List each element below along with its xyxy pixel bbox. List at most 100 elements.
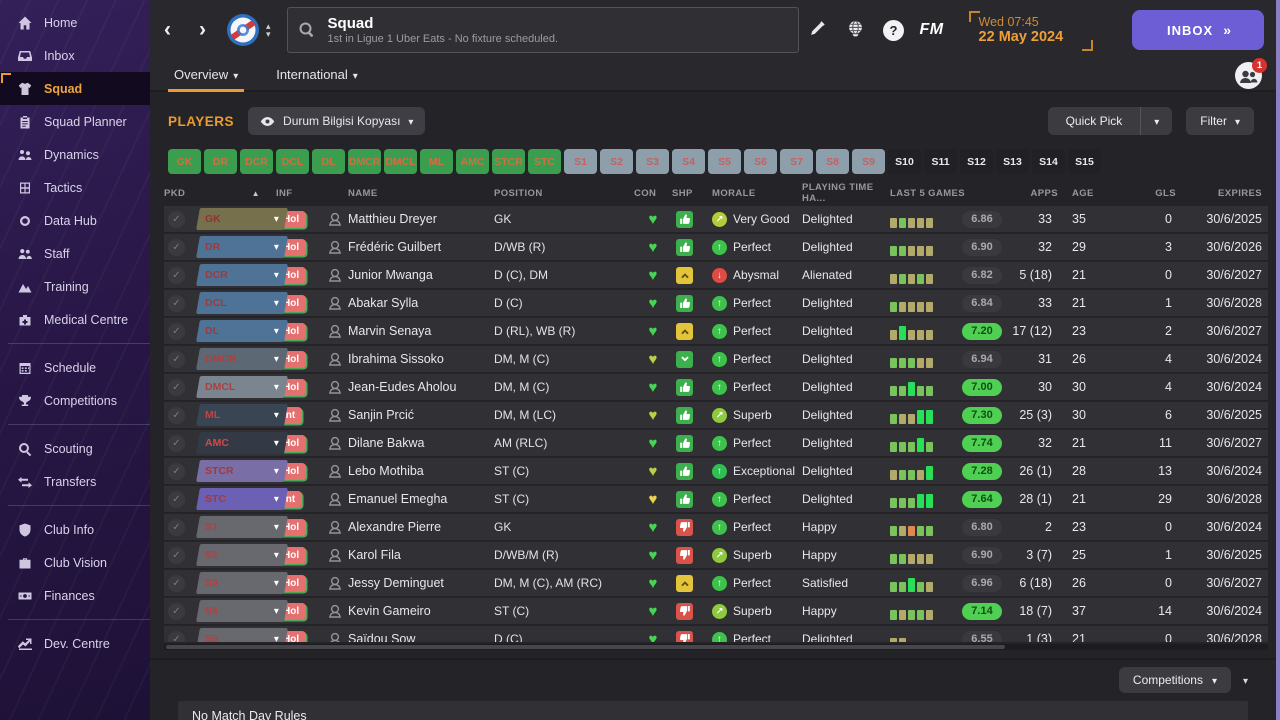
pkd-chip[interactable]: DMCL (196, 376, 288, 398)
pkd-chip[interactable]: S3 (196, 572, 288, 594)
row-select-checkbox[interactable] (168, 434, 185, 452)
position-filter-dmcr[interactable]: DMCR (348, 149, 381, 174)
sidebar-item-squad[interactable]: Squad (0, 72, 150, 105)
table-row[interactable]: STCR Hol Lebo Mothiba ST (C) ↑Exceptiona… (164, 458, 1268, 484)
club-switcher-chevrons[interactable]: ▴ ▾ (266, 22, 271, 39)
table-row[interactable]: S1 Hol Alexandre Pierre GK ↑Perfect Happ… (164, 514, 1268, 540)
row-select-checkbox[interactable] (168, 322, 185, 340)
player-name[interactable]: Alexandre Pierre (348, 520, 494, 534)
position-filter-s5[interactable]: S5 (708, 149, 741, 174)
position-filter-s15[interactable]: S15 (1068, 149, 1101, 174)
row-select-checkbox[interactable] (168, 630, 185, 642)
player-name[interactable]: Jean-Eudes Aholou (348, 380, 494, 394)
pkd-chip[interactable]: ML (196, 404, 288, 426)
player-name[interactable]: Marvin Senaya (348, 324, 494, 338)
sidebar-item-tactics[interactable]: Tactics (0, 171, 150, 204)
row-select-checkbox[interactable] (168, 546, 185, 564)
pkd-chip[interactable]: S5 (196, 628, 288, 642)
help-icon[interactable]: ? (875, 19, 913, 41)
pkd-chip[interactable]: DR (196, 236, 288, 258)
table-row[interactable]: AMC Hol Dilane Bakwa AM (RLC) ↑Perfect D… (164, 430, 1268, 456)
table-row[interactable]: S5 Hol Saïdou Sow D (C) ↑Perfect Delight… (164, 626, 1268, 642)
position-filter-s7[interactable]: S7 (780, 149, 813, 174)
table-row[interactable]: S2 Hol Karol Fila D/WB/M (R) ↗Superb Hap… (164, 542, 1268, 568)
row-select-checkbox[interactable] (168, 350, 185, 368)
position-filter-gk[interactable]: GK (168, 149, 201, 174)
sidebar-item-transfers[interactable]: Transfers (0, 465, 150, 498)
club-crest-icon[interactable] (226, 13, 260, 47)
position-filter-stc[interactable]: STC (528, 149, 561, 174)
player-name[interactable]: Emanuel Emegha (348, 492, 494, 506)
pkd-chip[interactable]: DMCR (196, 348, 288, 370)
tab-international[interactable]: International (274, 67, 360, 90)
pkd-chip[interactable]: GK (196, 208, 288, 230)
horizontal-scrollbar[interactable] (164, 644, 1268, 650)
row-select-checkbox[interactable] (168, 406, 185, 424)
sidebar-item-squad-planner[interactable]: Squad Planner (0, 105, 150, 138)
search-box[interactable]: Squad 1st in Ligue 1 Uber Eats - No fixt… (286, 7, 799, 53)
table-row[interactable]: GK Hol Matthieu Dreyer GK ↗Very Good Del… (164, 206, 1268, 232)
social-notification-button[interactable]: 1 (1235, 58, 1267, 89)
row-select-checkbox[interactable] (168, 574, 185, 592)
sidebar-item-schedule[interactable]: Schedule (0, 351, 150, 384)
sidebar-item-training[interactable]: Training (0, 270, 150, 303)
player-name[interactable]: Matthieu Dreyer (348, 212, 494, 226)
row-select-checkbox[interactable] (168, 238, 185, 256)
pkd-chip[interactable]: STC (196, 488, 288, 510)
table-row[interactable]: DR Hol Frédéric Guilbert D/WB (R) ↑Perfe… (164, 234, 1268, 260)
player-name[interactable]: Lebo Mothiba (348, 464, 494, 478)
position-filter-dl[interactable]: DL (312, 149, 345, 174)
row-select-checkbox[interactable] (168, 210, 185, 228)
position-filter-amc[interactable]: AMC (456, 149, 489, 174)
row-select-checkbox[interactable] (168, 518, 185, 536)
position-filter-s12[interactable]: S12 (960, 149, 993, 174)
sidebar-item-staff[interactable]: Staff (0, 237, 150, 270)
sidebar-item-home[interactable]: Home (0, 6, 150, 39)
table-row[interactable]: STC Int Emanuel Emegha ST (C) ↑Perfect D… (164, 486, 1268, 512)
table-row[interactable]: DCL Hol Abakar Sylla D (C) ↑Perfect Deli… (164, 290, 1268, 316)
forward-button[interactable]: › (185, 0, 220, 60)
position-filter-s10[interactable]: S10 (888, 149, 921, 174)
position-filter-stcr[interactable]: STCR (492, 149, 525, 174)
quick-pick-dropdown[interactable] (1140, 107, 1172, 135)
quick-pick-button[interactable]: Quick Pick (1047, 107, 1173, 135)
table-row[interactable]: DCR Hol Junior Mwanga D (C), DM ↓Abysmal… (164, 262, 1268, 288)
panel-collapse-chevron[interactable] (1243, 671, 1248, 689)
table-header[interactable]: PKD ▲ INF NAME POSITION CON SHP MORALE P… (164, 180, 1268, 206)
sidebar-item-inbox[interactable]: Inbox (0, 39, 150, 72)
sidebar-item-dev-centre[interactable]: Dev. Centre (0, 627, 150, 660)
competitions-dropdown[interactable]: Competitions (1118, 667, 1231, 693)
position-filter-ml[interactable]: ML (420, 149, 453, 174)
filter-button[interactable]: Filter (1186, 107, 1254, 135)
position-filter-dcl[interactable]: DCL (276, 149, 309, 174)
sidebar-item-club-vision[interactable]: Club Vision (0, 546, 150, 579)
player-name[interactable]: Karol Fila (348, 548, 494, 562)
table-row[interactable]: S3 Hol Jessy Deminguet DM, M (C), AM (RC… (164, 570, 1268, 596)
player-name[interactable]: Jessy Deminguet (348, 576, 494, 590)
position-filter-dcr[interactable]: DCR (240, 149, 273, 174)
world-globe-icon[interactable] (837, 19, 875, 42)
pkd-chip[interactable]: DL (196, 320, 288, 342)
sidebar-item-club-info[interactable]: Club Info (0, 513, 150, 546)
position-filter-s11[interactable]: S11 (924, 149, 957, 174)
edit-pencil-icon[interactable] (799, 20, 837, 41)
table-row[interactable]: DL Hol Marvin Senaya D (RL), WB (R) ↑Per… (164, 318, 1268, 344)
sidebar-item-medical-centre[interactable]: Medical Centre (0, 303, 150, 336)
position-filter-s3[interactable]: S3 (636, 149, 669, 174)
row-select-checkbox[interactable] (168, 378, 185, 396)
player-name[interactable]: Sanjin Prcić (348, 408, 494, 422)
back-button[interactable]: ‹ (150, 0, 185, 60)
pkd-chip[interactable]: S4 (196, 600, 288, 622)
pkd-chip[interactable]: DCL (196, 292, 288, 314)
player-name[interactable]: Kevin Gameiro (348, 604, 494, 618)
position-filter-s13[interactable]: S13 (996, 149, 1029, 174)
row-select-checkbox[interactable] (168, 602, 185, 620)
pkd-chip[interactable]: DCR (196, 264, 288, 286)
row-select-checkbox[interactable] (168, 294, 185, 312)
sidebar-item-data-hub[interactable]: Data Hub (0, 204, 150, 237)
player-name[interactable]: Frédéric Guilbert (348, 240, 494, 254)
position-filter-s8[interactable]: S8 (816, 149, 849, 174)
position-filter-s14[interactable]: S14 (1032, 149, 1065, 174)
position-filter-dmcl[interactable]: DMCL (384, 149, 417, 174)
sidebar-item-finances[interactable]: Finances (0, 579, 150, 612)
